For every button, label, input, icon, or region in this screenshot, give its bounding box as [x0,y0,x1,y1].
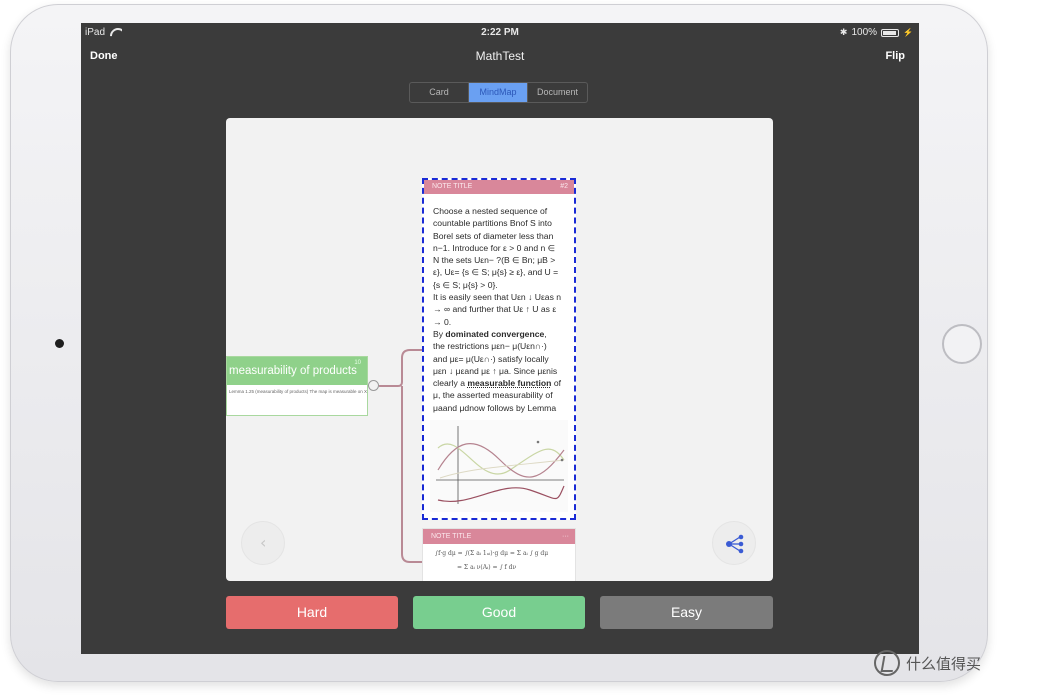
note-line: ε}, Uε= {s ∈ S; μ{s} ≥ ε}, and U = [433,267,559,278]
note-line: → ∞ and further that Uε ↑ U as ε [433,304,557,315]
page-title: MathTest [475,49,525,63]
nav-bar: Done MathTest Flip [81,43,919,71]
note-line: {s ∈ S; μ{s} > 0}. [433,279,498,290]
back-button[interactable]: ‹ [241,521,285,565]
note-header: NOTE TITLE #2 [424,180,574,194]
root-node-body: Lemma 1.25 (measurability of products) T… [229,389,367,394]
more-icon[interactable]: ··· [562,529,569,544]
note-line-link: clearly a measurable function of [433,378,561,389]
flip-button[interactable]: Flip [885,50,905,62]
battery-percent: 100% [851,27,878,38]
mindmap-layout-button[interactable] [712,521,756,565]
formula-line: ∫f·g dμ = ∫(Σ aᵢ 1ₐᵢ)·g dμ = Σ aᵢ ∫ g dμ [435,550,549,557]
underlined-term[interactable]: measurable function [467,378,551,388]
status-right: ✱ 100% ⚡ [840,27,913,38]
chevron-left-icon: ‹ [260,533,267,552]
status-time: 2:22 PM [481,27,519,38]
status-bar: iPad 2:22 PM ✱ 100% ⚡ [81,23,919,43]
note-line: N the sets Uεn− ?(B ∈ Bn; μB > [433,255,556,266]
formula-line: = Σ aᵢ ν(Aᵢ) = ∫ f dν [457,564,517,571]
note-line: μεn ↓ μεand με ↑ μa. Since μεnis [433,365,558,376]
note-body: Choose a nested sequence of countable pa… [424,194,574,414]
watermark: 什么值得买 [874,650,981,676]
root-node[interactable]: measurability of products 10 Lemma 1.25 … [226,356,368,416]
note-line-emphasis: By dominated convergence, [433,328,547,339]
note-number: #2 [560,183,568,190]
note-title: NOTE TITLE [432,183,473,190]
root-node-badge: 10 [354,360,361,366]
note-line: It is easily seen that Uεn ↓ Uεas n [433,292,562,303]
watermark-text: 什么值得买 [906,655,982,673]
note-line: and με= μ(Uε∩·) satisfy locally [433,353,549,364]
root-node-title: measurability of products [227,357,367,385]
note-card[interactable]: NOTE TITLE ··· ∫f·g dμ = ∫(Σ aᵢ 1ₐᵢ)·g d… [422,528,576,581]
home-button[interactable] [942,324,982,364]
tab-card[interactable]: Card [410,83,469,102]
view-mode-switcher: Card MindMap Document [409,82,588,103]
note-line: n−1. Introduce for ε > 0 and n ∈ [433,242,556,253]
charging-icon: ⚡ [903,28,913,37]
watermark-logo-icon [874,650,900,676]
mindmap-share-icon [726,534,744,554]
note-card-selected[interactable]: NOTE TITLE #2 Choose a nested sequence o… [422,178,576,520]
front-camera [55,339,64,348]
app-screen: iPad 2:22 PM ✱ 100% ⚡ Done MathTest Flip… [81,23,919,654]
bold-term: dominated convergence [445,328,545,339]
tab-mindmap[interactable]: MindMap [469,83,528,102]
function-graph-image [430,420,568,512]
tab-document[interactable]: Document [528,83,587,102]
note-header: NOTE TITLE ··· [423,529,575,544]
note-line: μ, the asserted measurability of [433,390,553,401]
mindmap-canvas[interactable]: measurability of products 10 Lemma 1.25 … [226,118,773,581]
note-line: countable partitions Bnof S into [433,218,552,229]
note-line: Choose a nested sequence of [433,206,548,216]
note-title: NOTE TITLE [431,533,472,540]
easy-button[interactable]: Easy [600,596,773,629]
note-line: Borel sets of diameter less than [433,230,554,241]
hard-button[interactable]: Hard [226,596,398,629]
note-line: μaand μdnow follows by Lemma [433,402,557,413]
bluetooth-icon: ✱ [839,27,848,37]
good-button[interactable]: Good [413,596,585,629]
note-line: the restrictions μεn− μ(Uεn∩·) [433,341,547,352]
collapse-handle[interactable] [368,380,379,391]
note-line: → 0. [433,316,452,327]
battery-icon [881,28,900,37]
